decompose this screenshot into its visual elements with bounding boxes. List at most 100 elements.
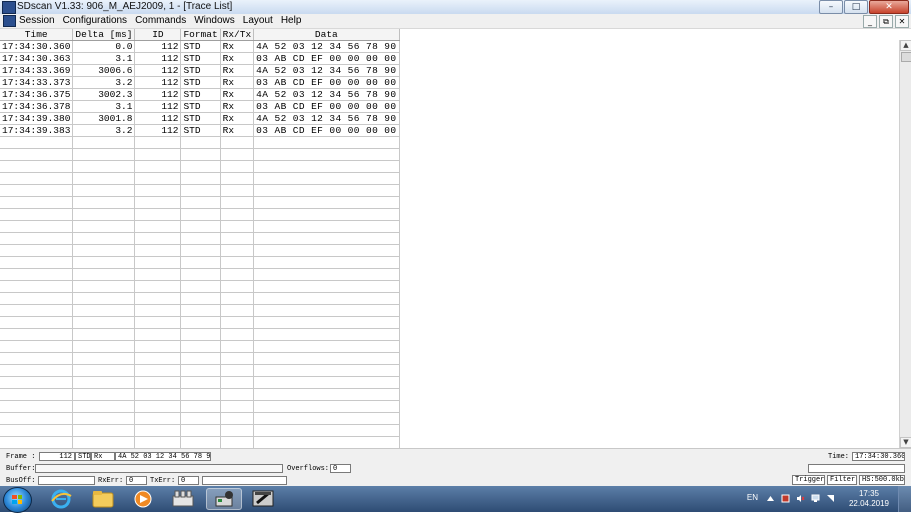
maximize-button[interactable]: □ (844, 0, 868, 14)
empty-cell (0, 184, 74, 197)
cell-delta: 3.1 (72, 100, 136, 113)
cell-data: 4A 52 03 12 34 56 78 90 (253, 112, 400, 125)
tray-expand-icon[interactable] (766, 494, 775, 503)
document-icon[interactable] (3, 15, 16, 27)
menu-session[interactable]: Session (19, 15, 55, 26)
empty-cell (72, 280, 136, 293)
empty-cell (0, 232, 74, 245)
volume-muted-icon[interactable] (796, 494, 805, 503)
mdi-minimize-button[interactable]: _ (863, 15, 877, 28)
empty-cell (180, 352, 221, 365)
clock[interactable]: 17:35 22.04.2019 (849, 489, 889, 509)
table-row[interactable]: 17:34:33.369 3006.6 112 STD Rx 4A 52 03 12 34… (0, 64, 400, 77)
cell-delta: 3.2 (72, 124, 136, 137)
action-center-icon[interactable] (826, 494, 835, 503)
app-icon (2, 1, 16, 14)
empty-cell (0, 400, 74, 413)
mdi-restore-button[interactable]: ⧉ (879, 15, 893, 28)
overflows-label: Overflows: (287, 465, 330, 473)
cell-id: 112 (134, 100, 182, 113)
table-row[interactable]: 17:34:36.375 3002.3 112 STD Rx 4A 52 03 12 34… (0, 88, 400, 101)
cell-rxtx: Rx (220, 124, 255, 137)
menu-windows[interactable]: Windows (194, 15, 235, 26)
language-indicator[interactable]: EN (747, 493, 758, 502)
menu-configurations[interactable]: Configurations (63, 15, 127, 26)
empty-row (0, 424, 400, 437)
cell-format: STD (180, 100, 221, 113)
media-player-icon[interactable] (128, 488, 158, 510)
trigger-button[interactable]: Trigger (792, 475, 825, 485)
table-row[interactable]: 17:34:30.363 3.1 112 STD Rx 03 AB CD EF 00 00… (0, 52, 400, 65)
menu-layout[interactable]: Layout (243, 15, 273, 26)
taskbar: EN 17:35 22.04.2019 (0, 486, 911, 513)
empty-cell (0, 316, 74, 329)
minimize-button[interactable]: – (819, 0, 843, 14)
empty-cell (0, 292, 74, 305)
windows-logo-icon (12, 495, 22, 504)
empty-cell (220, 364, 255, 377)
empty-row (0, 172, 400, 185)
empty-cell (220, 316, 255, 329)
menu-commands[interactable]: Commands (135, 15, 186, 26)
empty-cell (253, 148, 400, 161)
cell-data: 4A 52 03 12 34 56 78 90 (253, 64, 400, 77)
table-row[interactable]: 17:34:39.383 3.2 112 STD Rx 03 AB CD EF 00 00… (0, 124, 400, 137)
internet-explorer-icon[interactable] (46, 488, 76, 510)
vertical-scrollbar[interactable]: ▲ ▼ (899, 40, 911, 448)
empty-row (0, 268, 400, 281)
cell-delta: 3001.8 (72, 112, 136, 125)
file-explorer-icon[interactable] (88, 488, 118, 510)
empty-cell (0, 244, 74, 257)
network-icon[interactable] (811, 494, 820, 503)
empty-row (0, 256, 400, 269)
buffer-label: Buffer: (6, 465, 36, 473)
empty-cell (72, 148, 136, 161)
close-button[interactable]: ✕ (869, 0, 909, 14)
empty-cell (180, 160, 221, 173)
table-row[interactable]: 17:34:30.360 0.0 112 STD Rx 4A 52 03 12 34 56… (0, 40, 400, 53)
mdi-close-button[interactable]: ✕ (895, 15, 909, 28)
status-message-field (808, 464, 905, 473)
clock-time: 17:35 (858, 489, 879, 498)
clock-date: 22.04.2019 (848, 499, 889, 508)
menu-help[interactable]: Help (281, 15, 302, 26)
empty-cell (180, 340, 221, 353)
column-header-id[interactable]: ID (134, 29, 182, 41)
table-row[interactable]: 17:34:36.378 3.1 112 STD Rx 03 AB CD EF 00 00… (0, 100, 400, 113)
column-header-rxtx[interactable]: Rx/Tx (220, 29, 255, 41)
menu-bar: Session Configurations Commands Windows … (0, 14, 911, 29)
bus-speed-button[interactable]: HS:500.0kb (859, 475, 905, 485)
filter-button[interactable]: Filter (827, 475, 857, 485)
network-tool-icon[interactable] (168, 488, 198, 510)
table-row[interactable]: 17:34:33.373 3.2 112 STD Rx 03 AB CD EF 00 00… (0, 76, 400, 89)
column-header-format[interactable]: Format (180, 29, 221, 41)
start-button[interactable] (3, 487, 32, 513)
sdscan-app-icon[interactable] (206, 488, 242, 510)
column-header-data[interactable]: Data (253, 29, 400, 41)
status-area: Frame : 112 STD Rx 4A 52 03 12 34 56 78 … (0, 448, 911, 487)
column-header-time[interactable]: Time (0, 29, 74, 41)
empty-cell (134, 184, 182, 197)
empty-cell (220, 220, 255, 233)
tray-app-icon[interactable] (781, 494, 790, 503)
empty-cell (134, 304, 182, 317)
empty-cell (220, 268, 255, 281)
diagnostic-app-icon[interactable] (246, 488, 282, 510)
empty-cell (253, 388, 400, 401)
column-header-delta[interactable]: Delta [ms] (72, 29, 136, 41)
empty-cell (253, 208, 400, 221)
empty-row (0, 340, 400, 353)
empty-cell (134, 280, 182, 293)
scroll-down-icon[interactable]: ▼ (900, 437, 911, 448)
busoff-label: BusOff: (6, 477, 36, 485)
rxerr-label: RxErr: (98, 477, 124, 485)
empty-cell (180, 268, 221, 281)
cell-time: 17:34:39.380 (0, 112, 74, 125)
show-desktop-button[interactable] (898, 486, 911, 512)
empty-cell (253, 244, 400, 257)
frame-data-field: 4A 52 03 12 34 56 78 90 (115, 452, 211, 461)
cell-format: STD (180, 76, 221, 89)
scroll-up-icon[interactable]: ▲ (900, 40, 911, 51)
scroll-thumb[interactable] (901, 52, 911, 62)
table-row[interactable]: 17:34:39.380 3001.8 112 STD Rx 4A 52 03 12 34… (0, 112, 400, 125)
